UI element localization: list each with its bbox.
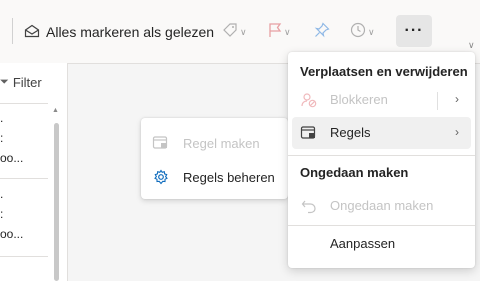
pin-button[interactable] bbox=[314, 21, 330, 43]
flag-icon bbox=[268, 22, 282, 43]
list-item-line: . bbox=[0, 111, 4, 125]
gear-icon bbox=[152, 168, 170, 186]
list-item-line: : bbox=[0, 207, 4, 221]
rules-menu-item[interactable]: Regels › bbox=[292, 117, 471, 149]
scrollbar-thumb[interactable] bbox=[54, 123, 59, 281]
create-rule-label: Regel maken bbox=[183, 135, 260, 151]
rules-label: Regels bbox=[330, 125, 371, 140]
manage-rules-label: Regels beheren bbox=[183, 169, 275, 185]
flag-button[interactable]: ∨ bbox=[268, 21, 291, 43]
menu-divider bbox=[288, 155, 475, 156]
filter-icon: ⏷ bbox=[0, 76, 9, 88]
undo-icon bbox=[300, 197, 318, 215]
more-options-button[interactable]: ··· bbox=[396, 15, 432, 47]
chevron-down-icon: ∨ bbox=[284, 26, 291, 37]
scroll-up-arrow-icon[interactable]: ▲ bbox=[52, 107, 59, 114]
ribbon-separator bbox=[12, 18, 13, 44]
more-options-menu: Verplaatsen en verwijderen Blokkeren › R… bbox=[288, 52, 475, 268]
rules-submenu: Regel maken Regels beheren bbox=[141, 118, 288, 199]
customize-menu-item[interactable]: Aanpassen bbox=[292, 228, 471, 260]
mark-all-read-button[interactable]: Alles markeren als gelezen bbox=[24, 21, 214, 43]
more-icon: ··· bbox=[404, 22, 424, 39]
create-rule-icon bbox=[152, 134, 170, 152]
message-list-pane: ⏷ Filter . : oo... . : oo... ▲ bbox=[0, 63, 68, 281]
block-label: Blokkeren bbox=[330, 92, 388, 107]
chevron-right-icon: › bbox=[455, 125, 459, 139]
list-item-preview: oo... bbox=[0, 151, 24, 165]
section-move-delete-heading: Verplaatsen en verwijderen bbox=[300, 64, 468, 79]
create-rule-menu-item[interactable]: Regel maken bbox=[141, 126, 288, 160]
categorize-button[interactable]: ∨ bbox=[222, 21, 247, 43]
customize-label: Aanpassen bbox=[330, 236, 396, 251]
envelope-open-icon bbox=[24, 24, 40, 41]
chevron-down-icon: ∨ bbox=[240, 26, 247, 37]
filter-label: Filter bbox=[12, 75, 42, 90]
pin-icon bbox=[314, 21, 330, 43]
list-item-line: : bbox=[0, 131, 4, 145]
list-item-preview: oo... bbox=[0, 227, 24, 241]
menu-split-divider bbox=[437, 92, 438, 110]
list-divider bbox=[0, 178, 48, 179]
chevron-down-icon: ∨ bbox=[368, 26, 375, 37]
block-user-icon bbox=[300, 91, 318, 109]
chevron-right-icon[interactable]: › bbox=[455, 92, 459, 106]
ribbon-expand-chevron-icon[interactable]: ∨ bbox=[468, 40, 475, 51]
menu-divider bbox=[288, 225, 475, 226]
filter-button[interactable]: ⏷ Filter bbox=[0, 75, 42, 90]
list-divider bbox=[0, 256, 48, 257]
manage-rules-menu-item[interactable]: Regels beheren bbox=[141, 160, 288, 194]
list-divider bbox=[0, 103, 48, 104]
block-menu-item[interactable]: Blokkeren › bbox=[292, 84, 471, 116]
clock-icon bbox=[350, 22, 366, 43]
undo-menu-item[interactable]: Ongedaan maken bbox=[292, 190, 471, 222]
section-undo-heading: Ongedaan maken bbox=[300, 165, 409, 180]
mark-all-read-label: Alles markeren als gelezen bbox=[46, 24, 215, 40]
list-item-line: . bbox=[0, 187, 4, 201]
snooze-button[interactable]: ∨ bbox=[350, 21, 375, 43]
tag-icon bbox=[222, 22, 238, 43]
undo-label: Ongedaan maken bbox=[330, 198, 434, 213]
rules-icon bbox=[300, 124, 318, 142]
